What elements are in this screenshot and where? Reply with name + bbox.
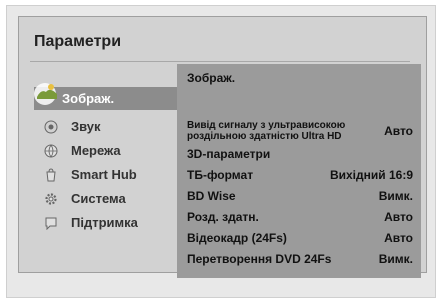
smart-hub-icon [41,165,61,185]
content-title: Зображ. [187,71,236,85]
sidebar-item-label: Мережа [71,143,121,158]
setting-label: BD Wise [187,189,236,203]
sidebar-item-system[interactable]: Система [37,187,177,210]
network-icon [41,141,61,161]
setting-label: Перетворення DVD 24Fs [187,252,332,266]
setting-row-ultra-hd[interactable]: Вивід сигналу з ультрависокою роздільною… [187,120,413,142]
content-panel: Зображ. Вивід сигналу з ультрависокою ро… [177,64,421,278]
settings-panel: Параметри Зображ. Звук Мережа Smart Hub … [18,16,427,278]
setting-value: Авто [384,210,413,224]
picture-icon [32,77,62,107]
sidebar-item-label: Звук [71,119,101,134]
setting-value: Авто [384,124,413,138]
sidebar-item-support[interactable]: Підтримка [37,211,177,234]
panel-title: Параметри [34,33,122,50]
sidebar-item-label: Smart Hub [71,167,137,182]
sidebar-item-picture[interactable]: Зображ. [34,82,178,110]
sidebar-item-label: Зображ. [62,91,115,106]
sidebar-item-sound[interactable]: Звук [37,115,177,138]
setting-value: Вимк. [378,189,413,203]
setting-label: Відеокадр (24Fs) [187,231,287,245]
sidebar-item-label: Система [71,191,126,206]
setting-row-bd-wise[interactable]: BD Wise Вимк. [187,189,413,203]
setting-row-tv-format[interactable]: ТБ-формат Вихідний 16:9 [187,168,413,182]
setting-value: Авто [384,231,413,245]
setting-row-dvd-24fs[interactable]: Перетворення DVD 24Fs Вимк. [187,252,413,266]
setting-row-3d[interactable]: 3D-параметри [187,147,413,161]
screen: Параметри Зображ. Звук Мережа Smart Hub … [6,5,436,298]
setting-label: Розд. здатн. [187,210,259,224]
sound-icon [41,117,61,137]
setting-label-line2: роздільною здатністю Ultra HD [187,131,342,142]
sidebar-item-smart-hub[interactable]: Smart Hub [37,163,177,186]
divider [30,61,410,62]
setting-row-resolution[interactable]: Розд. здатн. Авто [187,210,413,224]
setting-label-line1: Вивід сигналу з ультрависокою [187,120,346,131]
setting-label: 3D-параметри [187,147,271,161]
setting-value: Вимк. [378,252,413,266]
support-icon [41,213,61,233]
gear-icon [41,189,61,209]
setting-value: Вихідний 16:9 [329,168,413,182]
sidebar-item-network[interactable]: Мережа [37,139,177,162]
setting-label: Вивід сигналу з ультрависокою роздільною… [187,120,345,142]
sidebar-item-label: Підтримка [71,215,138,230]
setting-label: ТБ-формат [187,168,254,182]
setting-row-video-frame[interactable]: Відеокадр (24Fs) Авто [187,231,413,245]
